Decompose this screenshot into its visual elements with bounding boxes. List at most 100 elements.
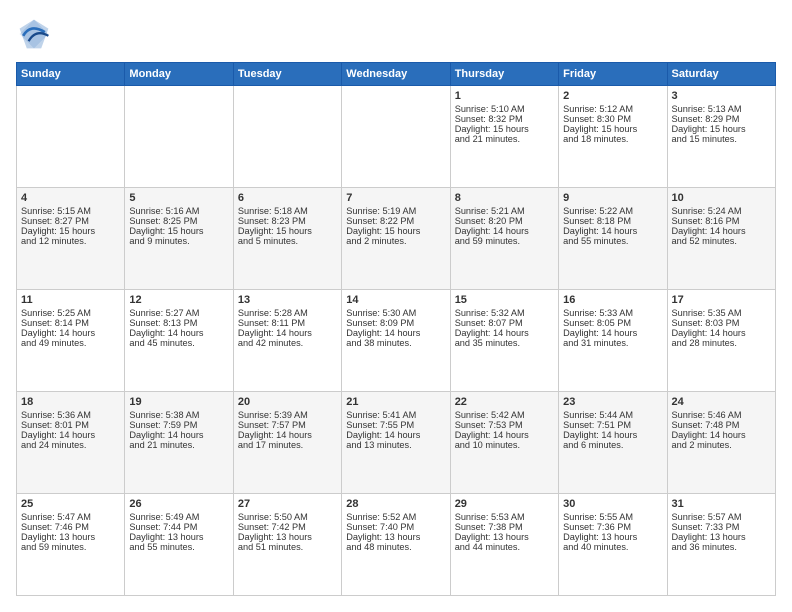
calendar-cell: 18Sunrise: 5:36 AMSunset: 8:01 PMDayligh… xyxy=(17,392,125,494)
day-info: Daylight: 15 hours xyxy=(21,226,120,236)
day-info: Sunrise: 5:12 AM xyxy=(563,104,662,114)
day-info: Daylight: 13 hours xyxy=(238,532,337,542)
day-info: Daylight: 15 hours xyxy=(672,124,771,134)
day-info: and 28 minutes. xyxy=(672,338,771,348)
day-number: 12 xyxy=(129,294,228,306)
day-info: and 2 minutes. xyxy=(672,440,771,450)
day-info: Daylight: 14 hours xyxy=(563,430,662,440)
calendar-cell: 15Sunrise: 5:32 AMSunset: 8:07 PMDayligh… xyxy=(450,290,558,392)
calendar-cell: 22Sunrise: 5:42 AMSunset: 7:53 PMDayligh… xyxy=(450,392,558,494)
calendar-cell: 13Sunrise: 5:28 AMSunset: 8:11 PMDayligh… xyxy=(233,290,341,392)
day-number: 29 xyxy=(455,498,554,510)
day-number: 11 xyxy=(21,294,120,306)
calendar-cell: 9Sunrise: 5:22 AMSunset: 8:18 PMDaylight… xyxy=(559,188,667,290)
day-info: Daylight: 14 hours xyxy=(455,430,554,440)
day-info: and 13 minutes. xyxy=(346,440,445,450)
calendar-cell: 23Sunrise: 5:44 AMSunset: 7:51 PMDayligh… xyxy=(559,392,667,494)
day-info: Sunset: 8:18 PM xyxy=(563,216,662,226)
day-info: and 45 minutes. xyxy=(129,338,228,348)
calendar-cell: 30Sunrise: 5:55 AMSunset: 7:36 PMDayligh… xyxy=(559,494,667,596)
calendar-cell: 6Sunrise: 5:18 AMSunset: 8:23 PMDaylight… xyxy=(233,188,341,290)
day-number: 14 xyxy=(346,294,445,306)
day-info: Sunrise: 5:52 AM xyxy=(346,512,445,522)
day-info: Sunrise: 5:36 AM xyxy=(21,410,120,420)
day-number: 31 xyxy=(672,498,771,510)
day-info: Sunset: 8:11 PM xyxy=(238,318,337,328)
logo xyxy=(16,16,56,52)
day-info: and 40 minutes. xyxy=(563,542,662,552)
day-info: Daylight: 13 hours xyxy=(672,532,771,542)
day-info: Daylight: 14 hours xyxy=(129,430,228,440)
day-info: Sunrise: 5:16 AM xyxy=(129,206,228,216)
calendar-cell: 16Sunrise: 5:33 AMSunset: 8:05 PMDayligh… xyxy=(559,290,667,392)
day-info: Daylight: 14 hours xyxy=(672,430,771,440)
day-info: Sunrise: 5:57 AM xyxy=(672,512,771,522)
day-info: Sunrise: 5:19 AM xyxy=(346,206,445,216)
day-info: Sunrise: 5:41 AM xyxy=(346,410,445,420)
day-info: and 5 minutes. xyxy=(238,236,337,246)
day-info: Daylight: 13 hours xyxy=(563,532,662,542)
day-number: 26 xyxy=(129,498,228,510)
day-info: and 2 minutes. xyxy=(346,236,445,246)
day-number: 22 xyxy=(455,396,554,408)
day-info: and 49 minutes. xyxy=(21,338,120,348)
day-info: and 18 minutes. xyxy=(563,134,662,144)
day-info: Daylight: 13 hours xyxy=(346,532,445,542)
day-info: Sunset: 7:44 PM xyxy=(129,522,228,532)
day-info: Sunset: 7:46 PM xyxy=(21,522,120,532)
calendar-cell: 19Sunrise: 5:38 AMSunset: 7:59 PMDayligh… xyxy=(125,392,233,494)
day-info: and 35 minutes. xyxy=(455,338,554,348)
day-info: Sunrise: 5:30 AM xyxy=(346,308,445,318)
day-info: and 55 minutes. xyxy=(129,542,228,552)
day-info: and 48 minutes. xyxy=(346,542,445,552)
day-info: Sunset: 7:57 PM xyxy=(238,420,337,430)
header xyxy=(16,16,776,52)
day-number: 10 xyxy=(672,192,771,204)
day-info: Daylight: 13 hours xyxy=(455,532,554,542)
day-info: Sunset: 8:16 PM xyxy=(672,216,771,226)
day-info: Sunrise: 5:32 AM xyxy=(455,308,554,318)
day-info: Daylight: 14 hours xyxy=(21,430,120,440)
day-info: Daylight: 14 hours xyxy=(238,430,337,440)
day-number: 4 xyxy=(21,192,120,204)
calendar-cell: 4Sunrise: 5:15 AMSunset: 8:27 PMDaylight… xyxy=(17,188,125,290)
weekday-header-row: SundayMondayTuesdayWednesdayThursdayFrid… xyxy=(17,63,776,86)
calendar-cell: 3Sunrise: 5:13 AMSunset: 8:29 PMDaylight… xyxy=(667,86,775,188)
day-number: 28 xyxy=(346,498,445,510)
day-number: 30 xyxy=(563,498,662,510)
day-number: 5 xyxy=(129,192,228,204)
calendar-cell xyxy=(125,86,233,188)
day-number: 27 xyxy=(238,498,337,510)
calendar-cell xyxy=(233,86,341,188)
day-number: 23 xyxy=(563,396,662,408)
day-info: Sunrise: 5:49 AM xyxy=(129,512,228,522)
day-info: Sunrise: 5:42 AM xyxy=(455,410,554,420)
day-info: Sunrise: 5:27 AM xyxy=(129,308,228,318)
day-info: Daylight: 13 hours xyxy=(129,532,228,542)
calendar-week-4: 18Sunrise: 5:36 AMSunset: 8:01 PMDayligh… xyxy=(17,392,776,494)
day-info: Sunset: 8:03 PM xyxy=(672,318,771,328)
day-number: 9 xyxy=(563,192,662,204)
day-info: Daylight: 14 hours xyxy=(672,226,771,236)
weekday-header-friday: Friday xyxy=(559,63,667,86)
day-info: Sunset: 8:20 PM xyxy=(455,216,554,226)
calendar-cell: 27Sunrise: 5:50 AMSunset: 7:42 PMDayligh… xyxy=(233,494,341,596)
calendar-cell: 8Sunrise: 5:21 AMSunset: 8:20 PMDaylight… xyxy=(450,188,558,290)
calendar-cell: 14Sunrise: 5:30 AMSunset: 8:09 PMDayligh… xyxy=(342,290,450,392)
day-number: 2 xyxy=(563,90,662,102)
day-info: Daylight: 13 hours xyxy=(21,532,120,542)
day-info: and 17 minutes. xyxy=(238,440,337,450)
day-number: 18 xyxy=(21,396,120,408)
day-info: Sunrise: 5:25 AM xyxy=(21,308,120,318)
day-info: Daylight: 14 hours xyxy=(21,328,120,338)
day-info: and 12 minutes. xyxy=(21,236,120,246)
calendar-cell: 20Sunrise: 5:39 AMSunset: 7:57 PMDayligh… xyxy=(233,392,341,494)
day-info: Sunset: 8:14 PM xyxy=(21,318,120,328)
day-number: 13 xyxy=(238,294,337,306)
page: SundayMondayTuesdayWednesdayThursdayFrid… xyxy=(0,0,792,612)
day-info: Sunrise: 5:44 AM xyxy=(563,410,662,420)
day-info: and 31 minutes. xyxy=(563,338,662,348)
day-number: 15 xyxy=(455,294,554,306)
day-info: and 59 minutes. xyxy=(21,542,120,552)
calendar-cell: 10Sunrise: 5:24 AMSunset: 8:16 PMDayligh… xyxy=(667,188,775,290)
